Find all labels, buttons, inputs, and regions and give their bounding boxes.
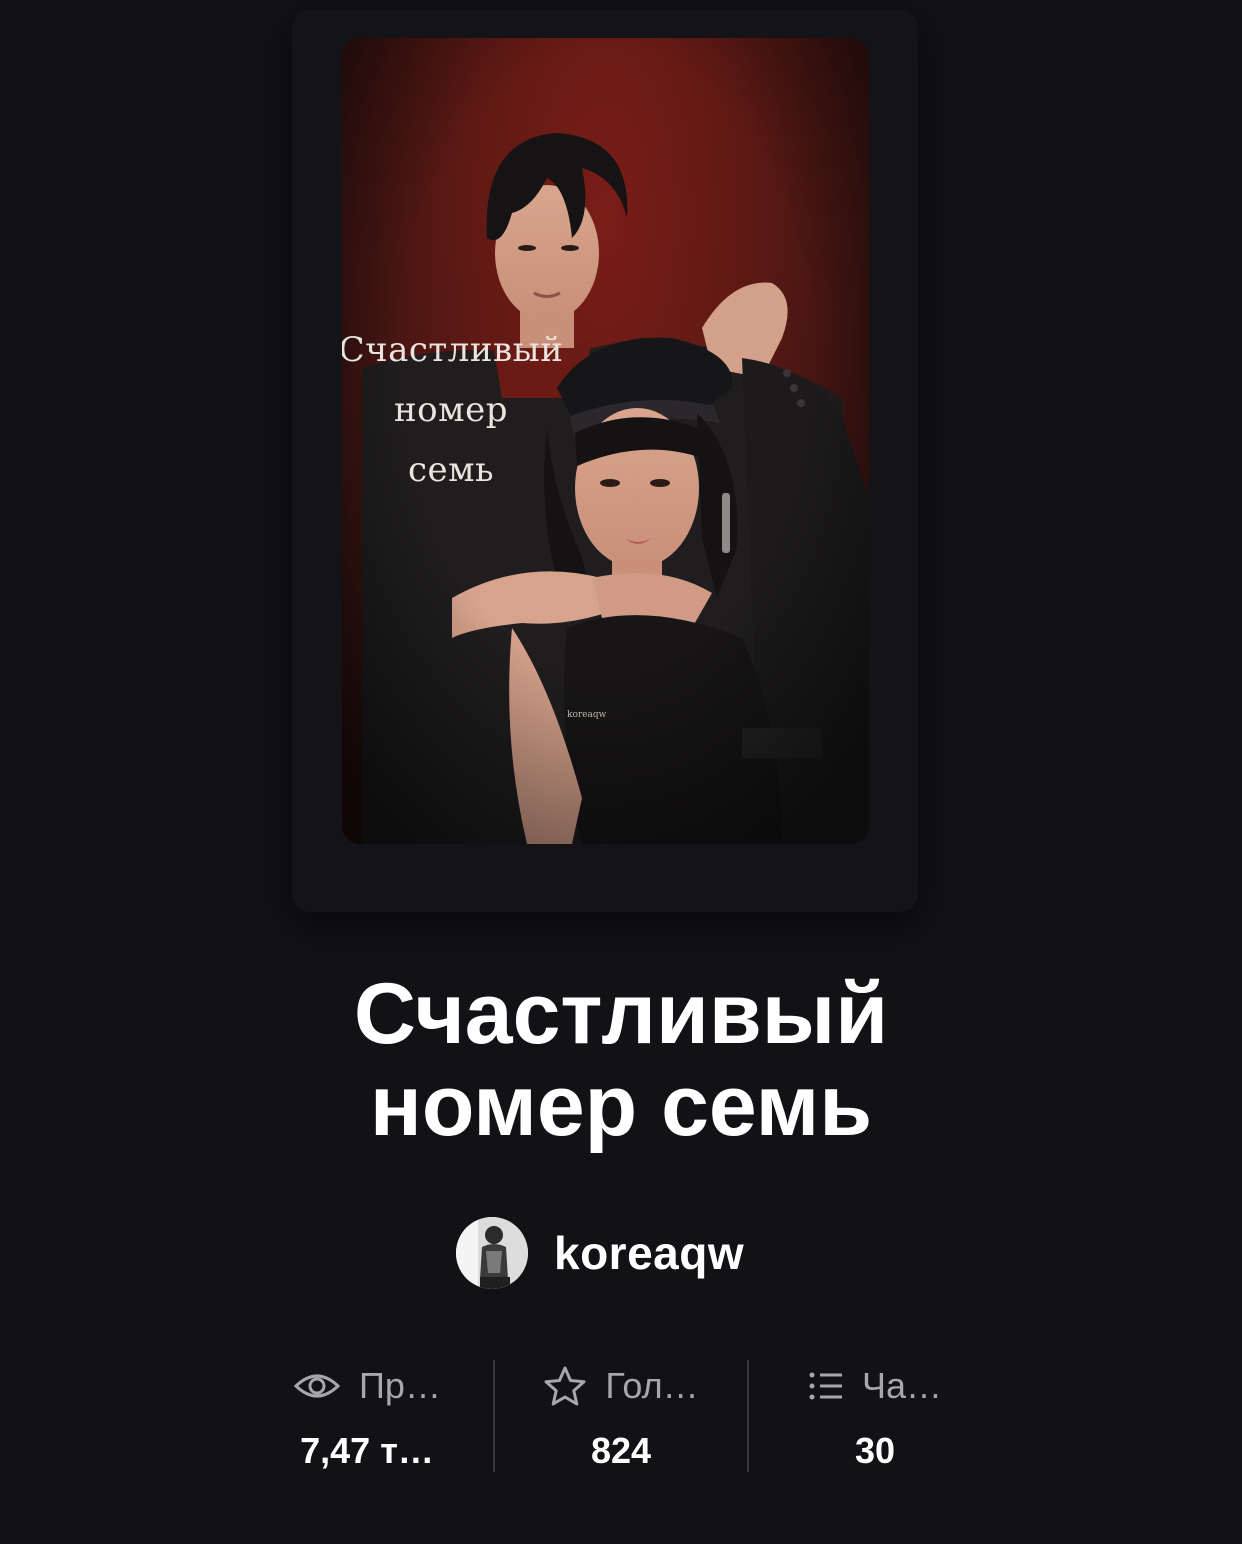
stat-parts: Ча… 30	[748, 1358, 1002, 1474]
stat-reads-label: Пр…	[359, 1365, 441, 1406]
book-title-line: Счастливый	[353, 966, 889, 1062]
cover-title-text: Счастливый номер семь	[342, 330, 564, 490]
book-title: Счастливый номер семь	[0, 968, 1242, 1152]
stat-reads: Пр… 7,47 т…	[240, 1358, 494, 1474]
stats-bar: Пр… 7,47 т… Гол… 824 Ча… 30	[240, 1358, 1002, 1474]
author-link[interactable]: koreaqw	[456, 1216, 744, 1290]
avatar[interactable]	[456, 1217, 528, 1289]
stat-reads-value: 7,47 т…	[300, 1430, 434, 1471]
book-title-line: номер семь	[369, 1058, 873, 1154]
eye-icon	[293, 1374, 341, 1398]
list-icon	[809, 1372, 842, 1400]
stat-votes-value: 824	[590, 1430, 652, 1471]
star-icon	[544, 1366, 586, 1406]
stat-votes-header: Гол…	[494, 1358, 748, 1414]
stat-votes: Гол… 824	[494, 1358, 748, 1474]
stat-votes-label: Гол…	[605, 1365, 699, 1406]
stat-parts-label: Ча…	[861, 1365, 942, 1406]
cover-watermark: koreaqw	[567, 710, 607, 720]
book-cover[interactable]: Счастливый номер семь koreaqw	[342, 38, 869, 844]
author-name[interactable]: koreaqw	[554, 1226, 744, 1280]
story-details-page: Счастливый номер семь koreaqw Счастливый…	[0, 0, 1242, 1544]
avatar-image	[456, 1217, 528, 1289]
stat-reads-header: Пр…	[240, 1358, 494, 1414]
stat-parts-header: Ча…	[748, 1358, 1002, 1414]
stat-parts-value: 30	[854, 1430, 896, 1471]
